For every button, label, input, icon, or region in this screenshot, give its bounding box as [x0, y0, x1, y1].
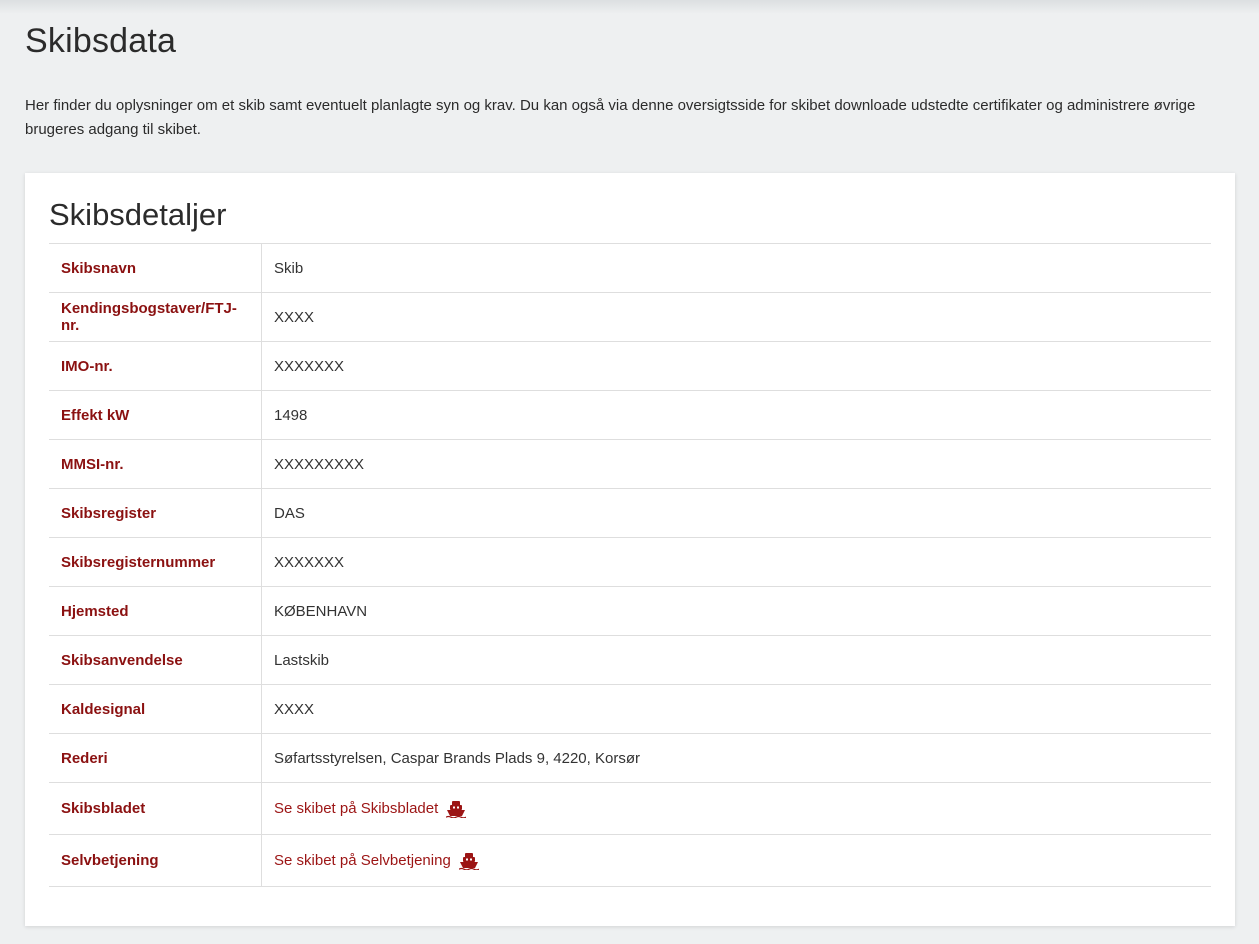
- row-label: Skibsregister: [49, 488, 262, 538]
- row-label: Skibsnavn: [49, 243, 262, 293]
- table-row-skibsregisternummer: Skibsregisternummer XXXXXXX: [49, 537, 1211, 587]
- row-label: Kaldesignal: [49, 684, 262, 734]
- page-intro: Her finder du oplysninger om et skib sam…: [25, 97, 1196, 138]
- table-row-imo: IMO-nr. XXXXXXX: [49, 341, 1211, 391]
- selvbetjening-link[interactable]: Se skibet på Selvbetjening: [274, 852, 479, 870]
- skibsbladet-link[interactable]: Se skibet på Skibsbladet: [274, 800, 467, 818]
- row-value: KØBENHAVN: [274, 602, 368, 620]
- row-value: DAS: [274, 504, 305, 522]
- row-label: Skibsregisternummer: [49, 537, 262, 587]
- top-shadow: [0, 0, 1259, 14]
- row-label: Skibsanvendelse: [49, 635, 262, 685]
- row-label: Hjemsted: [49, 586, 262, 636]
- page-title: Skibsdata: [25, 22, 177, 60]
- row-label: Effekt kW: [49, 390, 262, 440]
- row-value: XXXXXXX: [274, 357, 345, 375]
- row-value: XXXXXXXXX: [274, 455, 365, 473]
- table-row-skibsnavn: Skibsnavn Skib: [49, 243, 1211, 293]
- row-label: Skibsbladet: [49, 782, 262, 835]
- skibsbladet-link-text: Se skibet på Skibsbladet: [274, 800, 439, 817]
- row-label: Rederi: [49, 733, 262, 783]
- table-row-hjemsted: Hjemsted KØBENHAVN: [49, 586, 1211, 636]
- row-value: 1498: [274, 406, 308, 424]
- table-row-skibsregister: Skibsregister DAS: [49, 488, 1211, 538]
- row-label: Kendingsbogstaver/FTJ-nr.: [49, 292, 262, 342]
- card-title: Skibsdetaljer: [49, 197, 227, 232]
- table-row-skibsanvendelse: Skibsanvendelse Lastskib: [49, 635, 1211, 685]
- row-label: IMO-nr.: [49, 341, 262, 391]
- table-row-rederi: Rederi Søfartsstyrelsen, Caspar Brands P…: [49, 733, 1211, 783]
- ship-icon: [458, 852, 479, 870]
- row-value: XXXXXXX: [274, 553, 345, 571]
- row-label: MMSI-nr.: [49, 439, 262, 489]
- row-label: Selvbetjening: [49, 834, 262, 887]
- table-row-selvbetjening: Selvbetjening Se skibet på Selvbetjening: [49, 834, 1212, 887]
- row-value: Søfartsstyrelsen, Caspar Brands Plads 9,…: [274, 749, 640, 767]
- row-value: Se skibet på Selvbetjening: [262, 835, 1212, 887]
- row-value: XXXX: [274, 308, 315, 326]
- ship-details-table: Skibsnavn Skib Kendingsbogstaver/FTJ-nr.…: [49, 243, 1211, 887]
- table-row-kendingsbogstaver: Kendingsbogstaver/FTJ-nr. XXXX: [49, 292, 1211, 342]
- ship-details-card: Skibsdetaljer Skibsnavn Skib Kendingsbog…: [25, 173, 1235, 926]
- row-value: Lastskib: [274, 651, 330, 669]
- row-value: Skib: [274, 259, 304, 277]
- table-row-skibsbladet: Skibsbladet Se skibet på Skibsbladet: [49, 782, 1212, 835]
- row-value: Se skibet på Skibsbladet: [262, 783, 1212, 835]
- table-row-effekt: Effekt kW 1498: [49, 390, 1211, 440]
- table-row-kaldesignal: Kaldesignal XXXX: [49, 684, 1211, 734]
- table-row-mmsi: MMSI-nr. XXXXXXXXX: [49, 439, 1211, 489]
- selvbetjening-link-text: Se skibet på Selvbetjening: [274, 852, 451, 869]
- ship-icon: [446, 800, 467, 818]
- row-value: XXXX: [274, 700, 315, 718]
